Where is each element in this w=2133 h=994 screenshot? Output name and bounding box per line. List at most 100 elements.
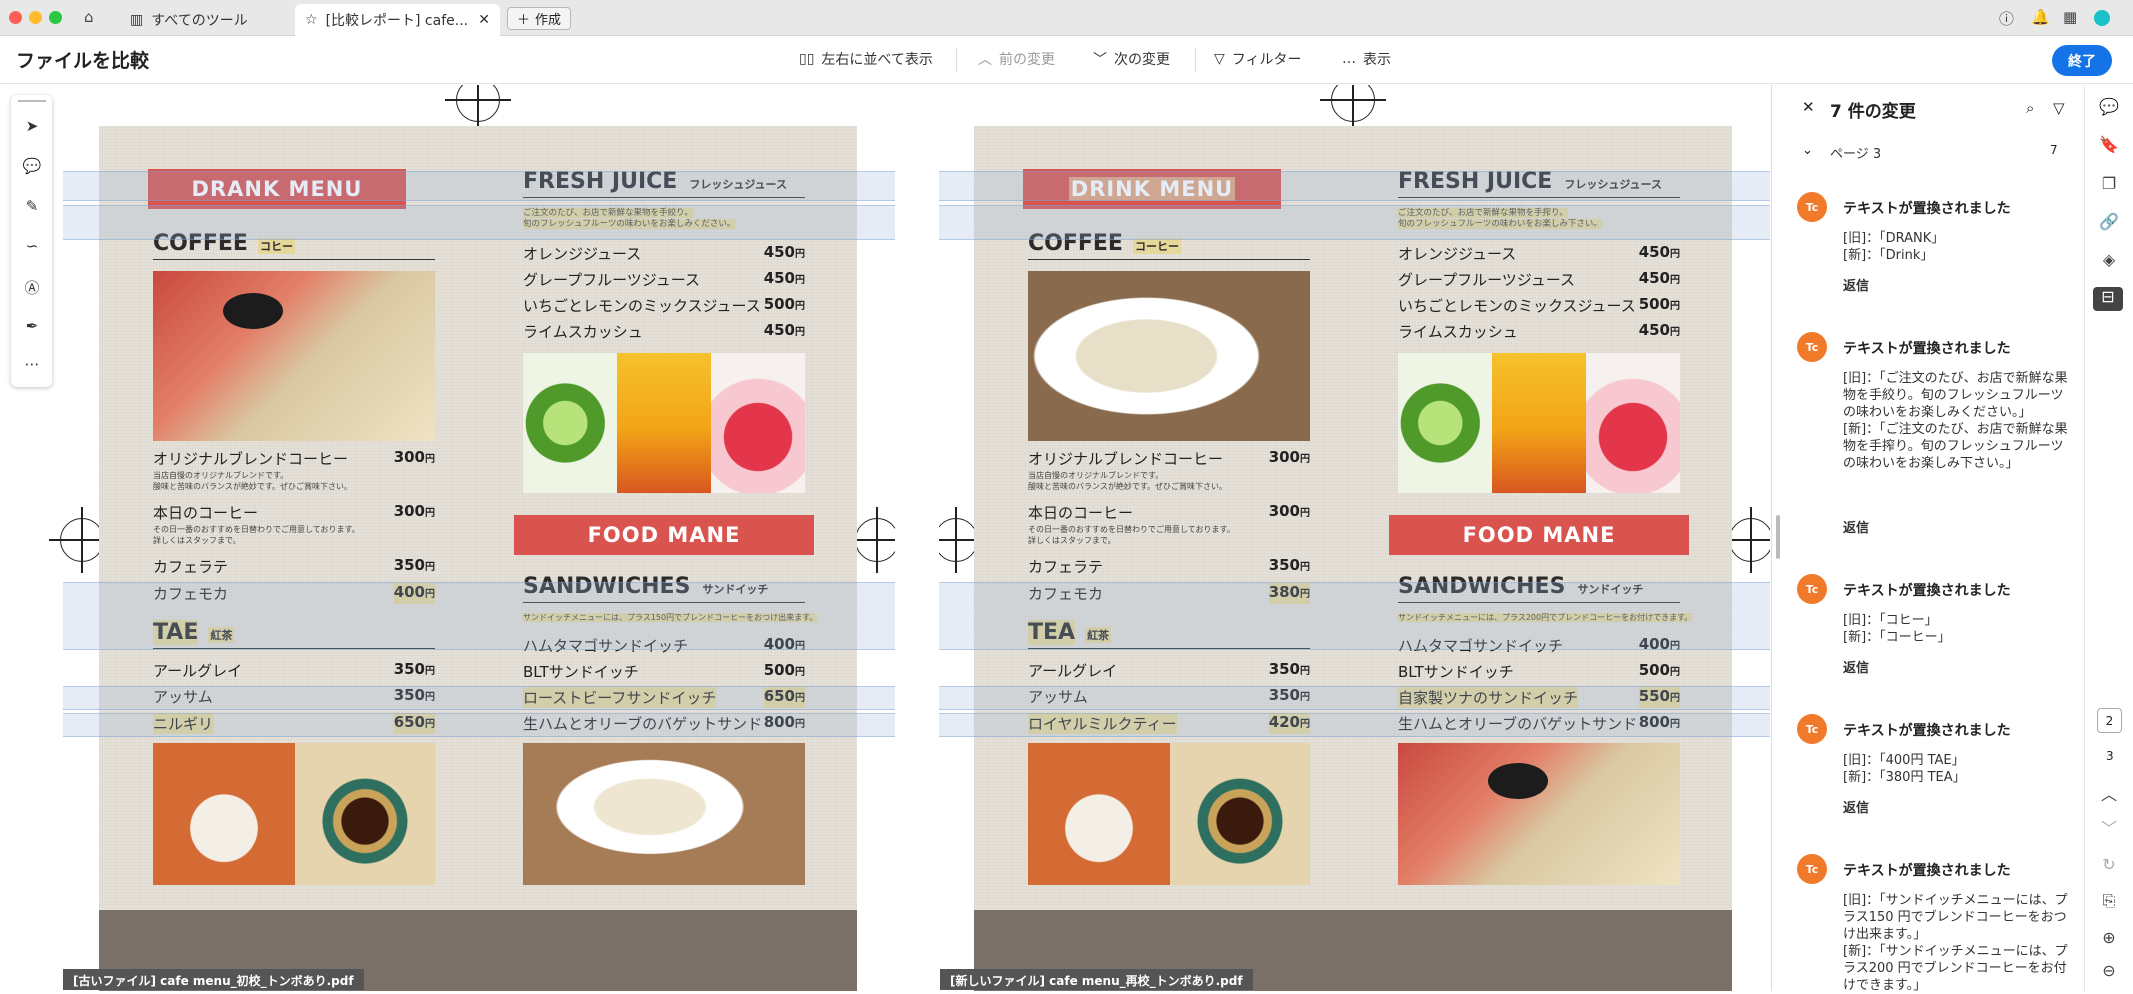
menu-item: グレープフルーツジュース 450 [523,269,805,290]
close-panel-icon[interactable]: ✕ [1802,98,1815,116]
freehand-icon[interactable]: ∽ [21,237,43,259]
divider [1195,48,1196,72]
changes-count-title: 7 件の変更 [1830,102,1916,122]
chevron-down-icon: ﹀ [1093,52,1107,68]
menu-item: アールグレイ 350 [153,660,435,681]
drag-handle[interactable] [18,100,46,102]
page-number-input[interactable]: 2 [2097,708,2122,733]
menu-item: カフェラテ 350 [153,556,435,577]
more-tools-icon[interactable]: ⋯ [21,355,43,377]
menu-item: オレンジジュース 450 [1398,243,1680,264]
select-arrow-icon[interactable]: ➤ [21,117,43,139]
star-icon[interactable]: ☆ [305,12,318,28]
new-document-page: DRINK MENU COFFEEコーヒー オリジナルブレンドコーヒー300 当… [974,126,1732,991]
chevron-down-icon[interactable]: ﹀ [2097,815,2121,839]
reply-button[interactable]: 返信 [1843,657,1869,676]
item-note: その日一番のおすすめを日替わりでご用意しております。 詳しくはスタッフまで。 [153,525,360,545]
zoom-out-icon[interactable]: ⊖ [2097,961,2121,985]
bell-icon[interactable]: 🔔 [2031,8,2050,26]
menu-item: ライムスカッシュ 450 [523,321,805,342]
pages-icon[interactable]: ❐ [2097,174,2121,198]
panel-scrollbar[interactable] [1776,515,1780,559]
menu-item: BLTサンドイッチ 500 [523,661,805,682]
text-box-icon[interactable]: Ⓐ [21,277,43,299]
reply-button[interactable]: 返信 [1843,517,1869,536]
lime-photo [523,353,617,493]
orange-juice-photo [617,353,711,493]
link-icon[interactable]: 🔗 [2097,212,2121,236]
chevron-up-icon: ︿ [978,52,992,68]
change-item[interactable]: Tc テキストが置換されました [旧]：「ご注文のたび、お店で新鮮な果物を手絞り… [1797,332,2068,537]
finish-button[interactable]: 終了 [2052,45,2112,76]
changes-panel: ✕ 7 件の変更 ⌕ ▽ ⌄ ページ 3 7 Tc テキストが置換されました [… [1771,85,2083,993]
menu-item: アールグレイ 350 [1028,660,1310,681]
lime-photo [1398,353,1492,493]
page-group-label[interactable]: ページ 3 [1830,143,1881,162]
filter-icon: ▽ [1214,51,1225,67]
document-compare-area[interactable]: DRANK MENU COFFEEコヒー オリジナルブレンドコーヒー300 当店… [0,85,1770,991]
help-icon[interactable]: ⓘ [1999,8,2014,29]
bookmark-icon[interactable]: 🔖 [2097,135,2121,159]
close-tab-icon[interactable]: ✕ [478,12,490,28]
layers-icon[interactable]: ◈ [2097,250,2121,274]
food-menu-ribbon: FOOD MANE [1371,515,1707,555]
more-icon: … [1342,51,1356,67]
signature-icon[interactable]: ✒ [21,317,43,339]
latte-photo [1028,743,1170,885]
tea-cup-photo [295,743,435,885]
search-icon[interactable]: ⌕ [2026,99,2034,117]
annotation-toolbar: ➤ 💬 ✎ ∽ Ⓐ ✒ ⋯ [11,95,52,387]
fit-page-icon[interactable]: ⎘ [2097,891,2121,915]
new-file-label: [新しいファイル] cafe menu_再校_トンボあり.pdf [940,969,1253,990]
food-menu-ribbon: FOOD MANE [496,515,832,555]
filter-button[interactable]: ▽ フィルター [1214,49,1302,69]
compare-icon[interactable]: ⊟ [2093,287,2123,311]
home-icon[interactable]: ⌂ [84,8,94,26]
crop-mark [844,507,910,573]
prev-change-button[interactable]: ︿ 前の変更 [978,49,1055,69]
view-button[interactable]: … 表示 [1342,49,1391,69]
side-by-side-button[interactable]: ▯▯ 左右に並べて表示 [799,49,933,69]
comment-icon[interactable]: 💬 [21,157,43,179]
chevron-up-icon[interactable]: ︿ [2097,781,2121,805]
change-item[interactable]: Tc テキストが置換されました [旧]：「DRANK」 [新]：「Drink」 … [1797,192,2067,294]
tab-compare-report[interactable]: ☆ [比較レポート] cafe... ✕ [295,4,500,36]
reply-button[interactable]: 返信 [1843,797,1869,816]
page-gutter [895,85,939,991]
text-replace-icon: Tc [1797,574,1827,604]
avatar[interactable] [2094,10,2110,26]
menu-item: いちごとレモンのミックスジュース 500 [523,295,805,316]
tea-cup-photo [1170,743,1310,885]
menu-item: BLTサンドイッチ 500 [1398,661,1680,682]
next-change-button[interactable]: ﹀ 次の変更 [1093,49,1170,69]
old-file-label: [古いファイル] cafe menu_初校_トンボあり.pdf [63,969,364,990]
apps-grid-icon[interactable]: ▦ [2063,8,2077,26]
chevron-down-icon[interactable]: ⌄ [1802,143,1813,158]
zoom-in-icon[interactable]: ⊕ [2097,928,2121,952]
old-document-page: DRANK MENU COFFEEコヒー オリジナルブレンドコーヒー300 当店… [99,126,857,991]
highlighter-icon[interactable]: ✎ [21,197,43,219]
new-tab-button[interactable]: ＋作成 [507,7,572,30]
item-note: 当店自慢のオリジナルブレンドです。 酸味と苦味のバランスが絶妙です。ぜひご賞味下… [1028,471,1228,491]
menu-item: いちごとレモンのミックスジュース 500 [1398,295,1680,316]
crop-mark [49,507,115,573]
group-count: 7 [2050,143,2058,157]
change-item[interactable]: Tc テキストが置換されました [旧]：「コヒー」 [新]：「コーヒー」 返信 [1797,574,2067,676]
tab-all-tools[interactable]: ▥ すべてのツール [120,4,290,36]
right-tool-rail: 💬 🔖 ❐ 🔗 ◈ ⊟ 2 3 ︿ ﹀ ↻ ⎘ ⊕ ⊖ [2084,85,2133,991]
crop-mark [445,85,511,133]
refresh-icon[interactable]: ↻ [2097,855,2121,879]
change-item[interactable]: Tc テキストが置換されました [旧]：「400円 TAE」 [新]：「380円… [1797,714,2067,816]
sandwich-photo [153,271,435,441]
comment-panel-icon[interactable]: 💬 [2097,97,2121,121]
close-window-icon[interactable] [9,11,22,24]
plus-icon: ＋ [517,13,531,28]
menu-item: オレンジジュース 450 [523,243,805,264]
change-item[interactable]: Tc テキストが置換されました [旧]：「サンドイッチメニューには、プラス150… [1797,854,2068,993]
zoom-window-icon[interactable] [49,11,62,24]
minimize-window-icon[interactable] [29,11,42,24]
reply-button[interactable]: 返信 [1843,275,1869,294]
filter-icon[interactable]: ▽ [2053,99,2065,117]
orange-juice-photo [1492,353,1586,493]
text-replace-icon: Tc [1797,854,1827,884]
